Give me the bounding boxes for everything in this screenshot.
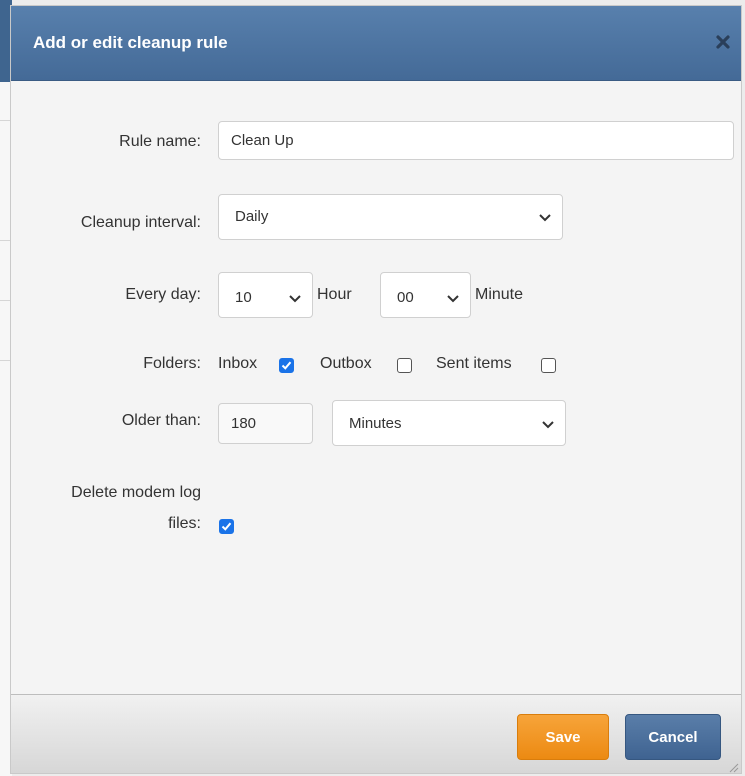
dialog-title: Add or edit cleanup rule bbox=[33, 33, 228, 52]
resize-grip-icon[interactable] bbox=[727, 761, 739, 773]
older-than-unit-select[interactable]: Minutes bbox=[332, 400, 566, 446]
delete-modem-log-label-line2: files: bbox=[168, 515, 201, 532]
chevron-down-icon bbox=[447, 295, 459, 303]
save-button[interactable]: Save bbox=[517, 714, 609, 760]
cleanup-rule-dialog: Add or edit cleanup rule Rule name: Clea… bbox=[10, 5, 742, 774]
chevron-down-icon bbox=[542, 421, 554, 429]
cleanup-interval-select[interactable]: Daily bbox=[218, 194, 563, 240]
checkmark-icon bbox=[281, 361, 292, 370]
checkmark-icon bbox=[221, 522, 232, 531]
delete-modem-log-label-line1: Delete modem log bbox=[71, 484, 201, 501]
hour-unit-label: Hour bbox=[317, 286, 352, 303]
outbox-checkbox[interactable] bbox=[397, 358, 412, 373]
minute-unit-label: Minute bbox=[475, 286, 524, 303]
older-than-input[interactable] bbox=[218, 403, 313, 444]
close-icon[interactable] bbox=[715, 34, 731, 50]
dialog-footer: Save Cancel bbox=[11, 694, 741, 773]
minute-select[interactable]: 00 bbox=[380, 272, 471, 318]
inbox-label: Inbox bbox=[218, 355, 258, 372]
folders-label: Folders: bbox=[143, 355, 201, 372]
rule-name-label: Rule name: bbox=[119, 133, 201, 150]
cleanup-interval-value: Daily bbox=[235, 208, 269, 225]
delete-modem-log-checkbox[interactable] bbox=[219, 519, 234, 534]
chevron-down-icon bbox=[289, 295, 301, 303]
every-day-label: Every day: bbox=[125, 286, 201, 303]
chevron-down-icon bbox=[539, 214, 551, 222]
older-than-unit-value: Minutes bbox=[349, 415, 402, 432]
older-than-label: Older than: bbox=[121, 412, 201, 429]
sent-items-checkbox[interactable] bbox=[541, 358, 556, 373]
hour-value: 10 bbox=[235, 289, 252, 306]
outbox-label: Outbox bbox=[320, 355, 372, 372]
inbox-checkbox[interactable] bbox=[279, 358, 294, 373]
rule-name-input[interactable] bbox=[218, 121, 734, 160]
cancel-button[interactable]: Cancel bbox=[625, 714, 721, 760]
dialog-titlebar: Add or edit cleanup rule bbox=[11, 6, 741, 81]
minute-value: 00 bbox=[397, 289, 414, 306]
hour-select[interactable]: 10 bbox=[218, 272, 313, 318]
sent-items-label: Sent items bbox=[436, 355, 512, 372]
cleanup-interval-label: Cleanup interval: bbox=[80, 214, 201, 231]
